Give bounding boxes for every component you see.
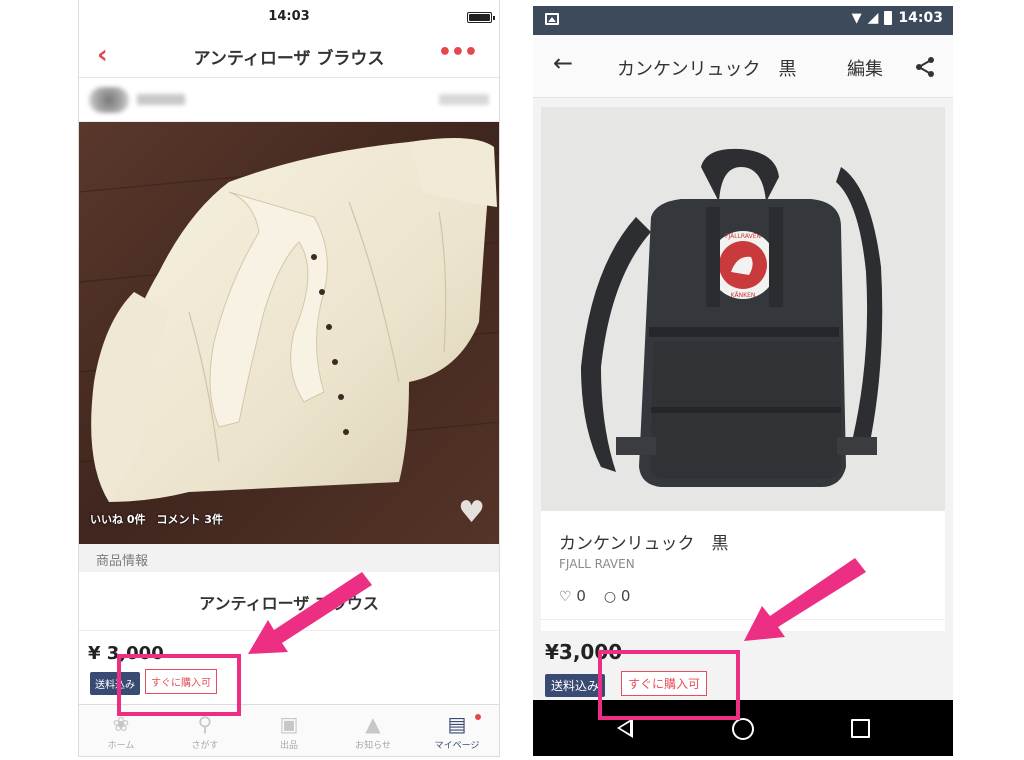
arrow-left bbox=[248, 572, 372, 654]
arrow-right bbox=[744, 558, 866, 641]
annotation-arrows bbox=[248, 558, 866, 654]
